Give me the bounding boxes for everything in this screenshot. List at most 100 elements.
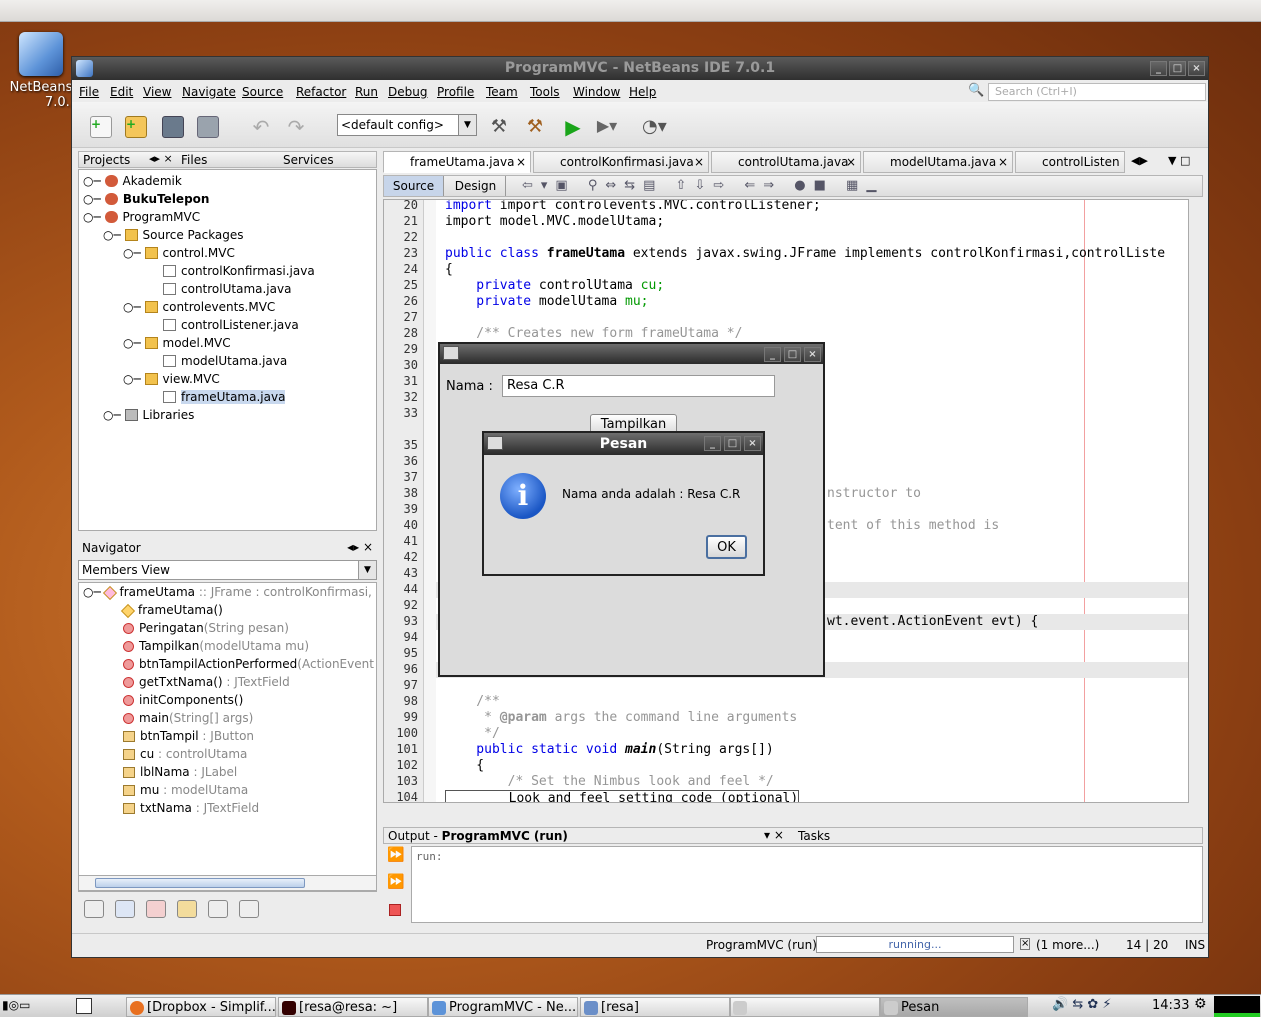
filter-static-icon[interactable] bbox=[146, 900, 166, 918]
source-button[interactable]: Source bbox=[384, 176, 444, 196]
config-select[interactable]: <default config> ▼ bbox=[337, 114, 477, 136]
message-dialog-titlebar[interactable]: Pesan _ □ × bbox=[484, 433, 763, 455]
rerun-different-icon[interactable]: ⏩ bbox=[387, 874, 404, 890]
navigator-hscroll[interactable] bbox=[78, 875, 377, 891]
tab-scroll-left-icon[interactable]: ◀▶ bbox=[1131, 154, 1148, 167]
navigator-member[interactable]: Tampilkan(modelUtama mu) bbox=[123, 637, 309, 655]
menu-window[interactable]: Window bbox=[573, 85, 620, 99]
undo-icon[interactable]: ↶ bbox=[250, 116, 272, 138]
menu-debug[interactable]: Debug bbox=[388, 85, 427, 99]
taskbar-item-folder[interactable]: [resa] bbox=[580, 997, 730, 1017]
tree-item-bukutelepon[interactable]: ○─ BukuTelepon bbox=[83, 190, 209, 208]
tab-controlutama[interactable]: controlUtama.java × bbox=[711, 151, 861, 173]
tab-projects[interactable]: Projects bbox=[83, 153, 130, 167]
redo-icon[interactable]: ↷ bbox=[285, 116, 307, 138]
show-desktop-icon[interactable]: ▮◎▭ bbox=[2, 998, 30, 1012]
menu-view[interactable]: View bbox=[143, 85, 171, 99]
build-hammer-icon[interactable]: ⚒ bbox=[488, 116, 510, 138]
tree-item-source-packages[interactable]: ○─ Source Packages bbox=[103, 226, 244, 244]
search-input[interactable]: Search (Ctrl+I) bbox=[988, 83, 1206, 101]
close-button[interactable]: × bbox=[744, 436, 761, 451]
maximize-button[interactable]: □ bbox=[784, 347, 801, 362]
sort-by-name-icon[interactable] bbox=[208, 900, 228, 918]
close-button[interactable]: × bbox=[804, 347, 821, 362]
close-icon[interactable]: × bbox=[516, 152, 526, 172]
output-console[interactable]: run: bbox=[411, 846, 1203, 923]
rerun-icon[interactable]: ⏩ bbox=[387, 847, 404, 863]
tab-files[interactable]: Files bbox=[181, 153, 207, 167]
tree-item-modelutama[interactable]: modelUtama.java bbox=[163, 352, 287, 370]
close-icon[interactable]: × bbox=[846, 152, 856, 172]
taskbar-item-pesan[interactable]: Pesan bbox=[880, 997, 1028, 1017]
settings-gear-icon[interactable]: ⚙ bbox=[1194, 996, 1207, 1012]
close-icon[interactable]: × bbox=[998, 152, 1008, 172]
new-project-icon[interactable]: + bbox=[125, 116, 147, 138]
filter-nonpublic-icon[interactable] bbox=[177, 900, 197, 918]
tree-item-controlkonfirmasi[interactable]: controlKonfirmasi.java bbox=[163, 262, 315, 280]
navigator-member[interactable]: main(String[] args) bbox=[123, 709, 253, 727]
window-titlebar[interactable]: ProgramMVC - NetBeans IDE 7.0.1 _ □ × bbox=[72, 57, 1208, 80]
close-button[interactable]: × bbox=[1188, 61, 1205, 76]
tree-item-controlutama[interactable]: controlUtama.java bbox=[163, 280, 291, 298]
menu-navigate[interactable]: Navigate bbox=[182, 85, 236, 99]
nav-root[interactable]: ○─ frameUtama :: JFrame : controlKonfirm… bbox=[83, 583, 376, 601]
debug-project-icon[interactable]: ▶▾ bbox=[596, 116, 618, 138]
tree-item-view-mvc[interactable]: ○─ view.MVC bbox=[123, 370, 220, 388]
desktop-icon-netbeans[interactable]: NetBeans 7.0.1 bbox=[4, 30, 78, 110]
tree-item-libraries[interactable]: ○─ Libraries bbox=[103, 406, 194, 424]
design-button[interactable]: Design bbox=[446, 176, 506, 196]
stop-icon[interactable] bbox=[389, 904, 401, 916]
maximize-button[interactable]: □ bbox=[1169, 61, 1186, 76]
navigator-member[interactable]: getTxtNama() : JTextField bbox=[123, 673, 290, 691]
run-project-icon[interactable]: ▶ bbox=[562, 116, 584, 138]
output-close-icon[interactable]: ▾ × bbox=[764, 828, 784, 842]
menu-edit[interactable]: Edit bbox=[110, 85, 133, 99]
close-icon[interactable]: × bbox=[694, 152, 704, 172]
system-tray-icons[interactable]: 🔊 ⇆ ✿ ⚡ bbox=[1052, 997, 1112, 1012]
save-all-icon[interactable] bbox=[197, 116, 219, 138]
output-title[interactable]: Output - ProgramMVC (run) bbox=[388, 829, 568, 843]
tree-item-programmvc[interactable]: ○─ ProgramMVC bbox=[83, 208, 200, 226]
menu-run[interactable]: Run bbox=[355, 85, 378, 99]
navigator-member[interactable]: frameUtama() bbox=[120, 601, 223, 619]
taskbar-item-dropbox[interactable]: [Dropbox - Simplif... bbox=[126, 997, 276, 1017]
taskbar-item-netbeans[interactable]: ProgramMVC - Ne... bbox=[428, 997, 578, 1017]
clean-build-icon[interactable]: ⚒ bbox=[524, 116, 546, 138]
clock[interactable]: 14:33 bbox=[1152, 998, 1189, 1013]
open-project-icon[interactable] bbox=[162, 116, 184, 138]
sort-by-source-icon[interactable] bbox=[239, 900, 259, 918]
tree-item-frameutama[interactable]: frameUtama.java bbox=[163, 388, 286, 406]
minimize-button[interactable]: _ bbox=[704, 436, 721, 451]
menu-help[interactable]: Help bbox=[629, 85, 656, 99]
menu-tools[interactable]: Tools bbox=[530, 85, 560, 99]
filter-fields-icon[interactable] bbox=[115, 900, 135, 918]
app-frame-titlebar[interactable]: _ □ × bbox=[440, 344, 823, 364]
members-view-select[interactable]: Members View ▼ bbox=[78, 560, 377, 580]
minimize-button[interactable]: _ bbox=[764, 347, 781, 362]
tab-controlkonfirmasi[interactable]: controlKonfirmasi.java × bbox=[533, 151, 709, 173]
maximize-button[interactable]: □ bbox=[724, 436, 741, 451]
menu-file[interactable]: File bbox=[79, 85, 99, 99]
tree-item-model-mvc[interactable]: ○─ model.MVC bbox=[123, 334, 231, 352]
tab-services[interactable]: Services bbox=[283, 153, 334, 167]
navigator-member[interactable]: initComponents() bbox=[123, 691, 243, 709]
tab-tasks[interactable]: Tasks bbox=[798, 829, 830, 843]
menu-refactor[interactable]: Refactor bbox=[296, 85, 346, 99]
nama-input[interactable]: Resa C.R bbox=[502, 375, 775, 397]
navigator-member[interactable]: txtNama : JTextField bbox=[123, 799, 259, 817]
editor-toolbar-icons[interactable]: ⇦▾▣ ⚲⇔⇆▤ ⇧⇩⇨ ⇐⇒ ●■ ▦▁ bbox=[522, 178, 884, 193]
navigator-member[interactable]: cu : controlUtama bbox=[123, 745, 247, 763]
tree-item-akademik[interactable]: ○─ Akademik bbox=[83, 172, 182, 190]
tab-frameutama[interactable]: frameUtama.java × bbox=[383, 151, 531, 173]
menu-team[interactable]: Team bbox=[486, 85, 518, 99]
tree-item-controllistener[interactable]: controlListener.java bbox=[163, 316, 299, 334]
tab-list-icon[interactable]: ▼ □ bbox=[1168, 154, 1190, 167]
navigator-member[interactable]: Peringatan(String pesan) bbox=[123, 619, 289, 637]
navigator-member[interactable]: mu : modelUtama bbox=[123, 781, 248, 799]
menu-source[interactable]: Source bbox=[242, 85, 283, 99]
navigator-member[interactable]: lblNama : JLabel bbox=[123, 763, 237, 781]
profile-project-icon[interactable]: ◔▾ bbox=[642, 116, 667, 138]
status-more-link[interactable]: (1 more...) bbox=[1036, 938, 1099, 952]
tab-modelutama[interactable]: modelUtama.java × bbox=[863, 151, 1013, 173]
panel-close-icon[interactable]: ◂▸ × bbox=[149, 152, 173, 165]
